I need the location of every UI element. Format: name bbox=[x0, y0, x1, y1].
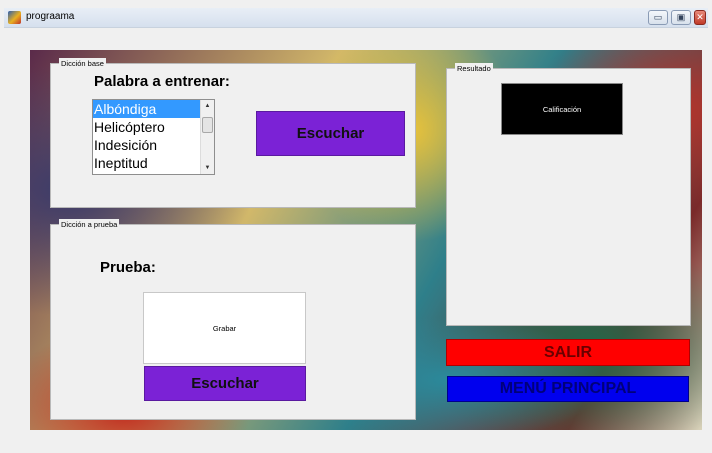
app-window: prograama ▭ ▣ ✕ Dicción base Palabra a e… bbox=[0, 0, 712, 453]
list-item[interactable]: Ineptitud bbox=[93, 154, 200, 172]
word-listbox[interactable]: Albóndiga Helicóptero Indesición Ineptit… bbox=[92, 99, 215, 175]
test-heading: Prueba: bbox=[100, 259, 156, 276]
matlab-icon bbox=[8, 11, 21, 24]
panel-title: Dicción a prueba bbox=[59, 219, 120, 230]
window-controls: ▭ ▣ ✕ bbox=[648, 10, 706, 25]
listen-base-button[interactable]: Escuchar bbox=[256, 111, 405, 156]
list-item[interactable]: Helicóptero bbox=[93, 118, 200, 136]
main-menu-button[interactable]: MENÚ PRINCIPAL bbox=[447, 376, 689, 402]
panel-diccion-base: Dicción base Palabra a entrenar: Albóndi… bbox=[50, 58, 416, 208]
scroll-up-icon[interactable]: ▲ bbox=[201, 100, 214, 112]
exit-button[interactable]: SALIR bbox=[446, 339, 690, 366]
word-heading: Palabra a entrenar: bbox=[94, 73, 230, 90]
score-display: Calificación bbox=[501, 83, 623, 135]
scroll-thumb[interactable] bbox=[202, 117, 213, 133]
panel-title: Resultado bbox=[455, 63, 493, 74]
restore-icon[interactable]: ▣ bbox=[671, 10, 691, 25]
panel-diccion-prueba: Dicción a prueba Prueba: Grabar Escuchar bbox=[50, 219, 416, 420]
list-item[interactable]: Albóndiga bbox=[93, 100, 200, 118]
record-button[interactable]: Grabar bbox=[143, 292, 306, 364]
window-title: prograama bbox=[26, 11, 75, 22]
panel-title: Dicción base bbox=[59, 58, 106, 69]
panel-resultado: Resultado Calificación bbox=[446, 63, 691, 326]
title-bar: prograama ▭ ▣ ✕ bbox=[4, 8, 708, 28]
minimize-icon[interactable]: ▭ bbox=[648, 10, 668, 25]
scroll-down-icon[interactable]: ▼ bbox=[201, 162, 214, 174]
listen-test-button[interactable]: Escuchar bbox=[144, 366, 306, 401]
listbox-scrollbar[interactable]: ▲ ▼ bbox=[200, 100, 214, 174]
close-icon[interactable]: ✕ bbox=[694, 10, 706, 25]
list-item[interactable]: Indesición bbox=[93, 136, 200, 154]
